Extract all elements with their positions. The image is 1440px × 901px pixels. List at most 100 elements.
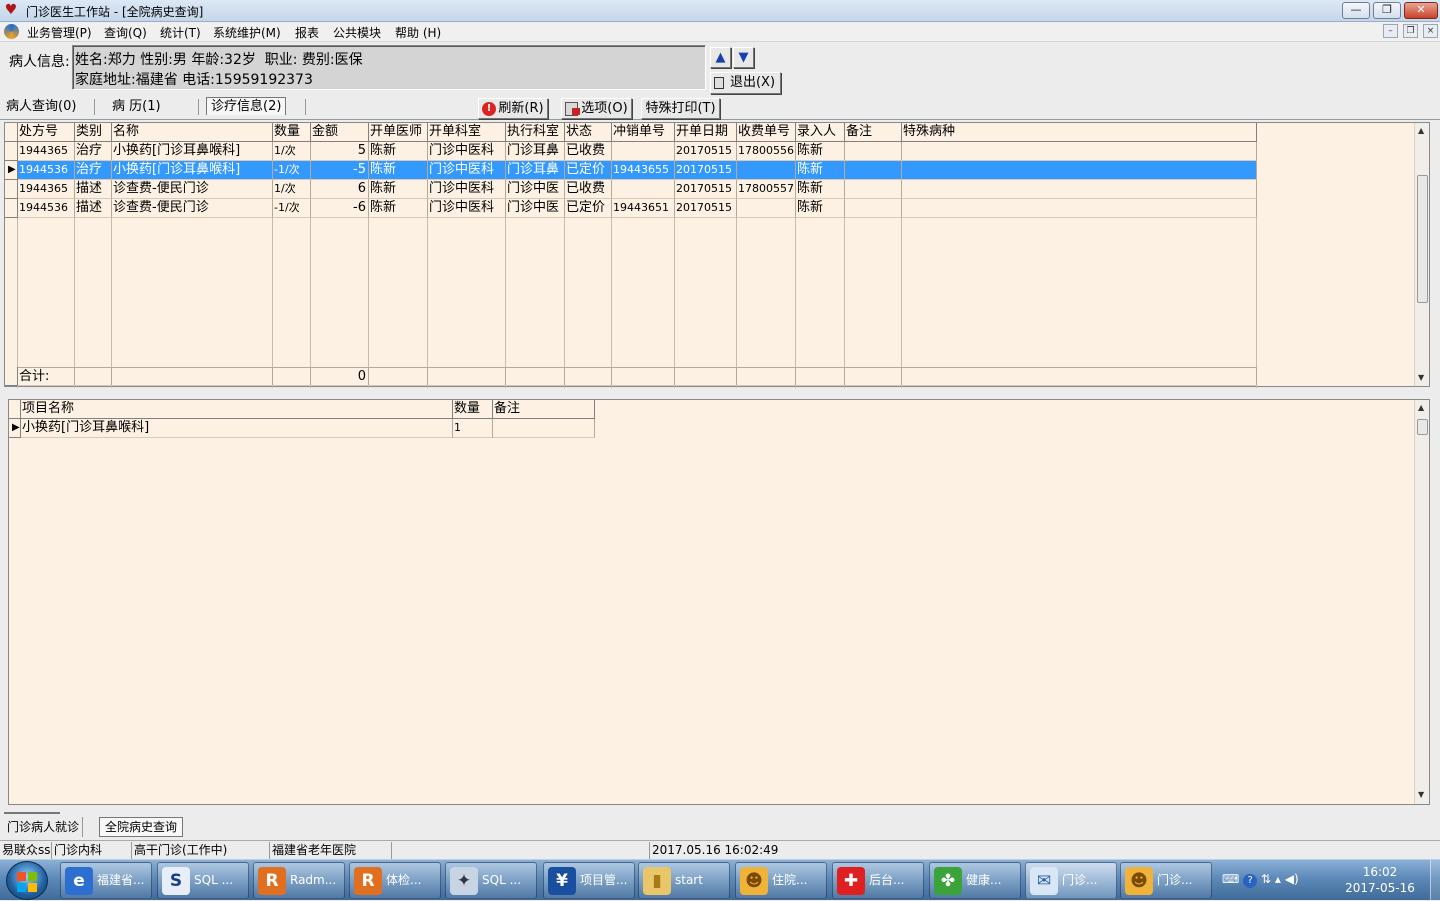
menu-business[interactable]: 业务管理(P) [27,24,92,41]
grid1-cell[interactable]: 已定价 [565,199,612,218]
grid1-cell[interactable]: 诊查费-便民门诊 [112,180,273,199]
menu-public[interactable]: 公共模块 [333,24,381,41]
grid1-cell[interactable]: -1/次 [273,199,311,218]
grid1-cell[interactable] [845,199,902,218]
grid1-cell[interactable]: 1944536 [18,199,75,218]
grid1-header-6[interactable]: 开单科室 [428,123,506,142]
grid1-header-13[interactable]: 备注 [845,123,902,142]
grid1-cell[interactable]: 6 [311,180,369,199]
taskbar-item[interactable]: R Radm... [253,862,345,899]
mdi-minimize-button[interactable]: – [1383,24,1398,38]
taskbar-item[interactable]: R 体检... [349,862,441,899]
grid1-cell[interactable]: 治疗 [75,142,112,161]
grid1-cell[interactable]: 已定价 [565,161,612,180]
menu-system[interactable]: 系统维护(M) [213,24,281,41]
grid1-cell[interactable]: 已收费 [565,180,612,199]
grid1-cell[interactable]: -6 [311,199,369,218]
grid1-header-12[interactable]: 录入人 [796,123,845,142]
grid2-cell[interactable]: 1 [453,419,493,438]
maximize-button[interactable]: ❐ [1373,2,1401,19]
grid2-scrollbar[interactable]: ▲ ▼ [1414,400,1429,804]
grid1-cell[interactable]: 19443655 [612,161,675,180]
scroll-down-icon[interactable]: ▼ [1418,790,1424,799]
grid1-header-1[interactable]: 类别 [75,123,112,142]
grid1-header-9[interactable]: 冲销单号 [612,123,675,142]
volume-icon[interactable]: ◀) [1285,872,1299,886]
grid1-cell[interactable]: 小换药[门诊耳鼻喉科] [112,161,273,180]
grid1-cell[interactable]: 1944365 [18,142,75,161]
close-button[interactable]: ✕ [1404,2,1438,19]
help-icon[interactable]: ? [1243,874,1258,888]
grid2-header-1[interactable]: 数量 [453,400,493,419]
grid1-cell[interactable]: 门诊中医科 [428,142,506,161]
grid1-header-0[interactable]: 处方号 [18,123,75,142]
show-hidden-icons-icon[interactable]: ▴ [1275,872,1281,886]
grid1-header-8[interactable]: 状态 [565,123,612,142]
scroll-down-icon[interactable]: ▼ [1418,373,1424,382]
grid1-header-4[interactable]: 金额 [311,123,369,142]
menu-statistics[interactable]: 统计(T) [160,24,201,41]
options-button[interactable]: 选项(O) [561,98,632,119]
grid1-cell[interactable]: 门诊耳鼻 [506,161,565,180]
grid1-cell[interactable]: 门诊耳鼻 [506,142,565,161]
row-indicator[interactable] [5,199,18,218]
grid1-cell[interactable]: 陈新 [369,161,428,180]
grid1-cell[interactable]: 17800556 [737,142,796,161]
grid1-cell[interactable]: 20170515 [675,161,737,180]
taskbar-item[interactable]: e 福建省... [60,862,152,899]
grid1-header-2[interactable]: 名称 [112,123,273,142]
refresh-button[interactable]: ! 刷新(R) [478,98,548,119]
grid1-header-3[interactable]: 数量 [273,123,311,142]
grid1-cell[interactable]: -1/次 [273,161,311,180]
grid1-cell[interactable]: 门诊中医科 [428,199,506,218]
menu-query[interactable]: 查询(Q) [104,24,147,41]
grid1-cell[interactable] [902,142,1257,161]
tab-diagnosis-info[interactable]: 诊疗信息(2) [206,97,287,115]
grid1-cell[interactable]: 描述 [75,199,112,218]
grid1-cell[interactable]: 20170515 [675,142,737,161]
grid1-cell[interactable] [902,161,1257,180]
taskbar-item[interactable]: ☻ 门诊... [1120,862,1212,899]
item-detail-grid[interactable]: 项目名称 数量 备注 ▶ 小换药[门诊耳鼻喉科] 1 ▲ ▼ [8,399,1430,805]
grid1-cell[interactable] [612,180,675,199]
taskbar-item[interactable]: ✉ 门诊... [1025,862,1117,899]
grid1-cell[interactable]: 陈新 [796,142,845,161]
window-tab-history-query[interactable]: 全院病史查询 [99,817,184,837]
row-indicator[interactable] [5,142,18,161]
row-indicator[interactable]: ▶ [9,419,21,438]
minimize-button[interactable]: — [1342,2,1370,19]
grid1-cell[interactable]: 1/次 [273,180,311,199]
tray-icons[interactable]: ⌨ ? ⇅ ▴ ◀) [1222,872,1299,888]
grid1-header-10[interactable]: 开单日期 [675,123,737,142]
grid1-scroll-thumb[interactable] [1417,175,1428,303]
grid1-cell[interactable]: 1/次 [273,142,311,161]
grid1-cell[interactable] [845,180,902,199]
taskbar-item[interactable]: ✤ 健康... [929,862,1021,899]
grid1-cell[interactable]: 治疗 [75,161,112,180]
grid1-cell[interactable]: 陈新 [796,180,845,199]
grid1-cell[interactable]: 小换药[门诊耳鼻喉科] [112,142,273,161]
taskbar-item[interactable]: ¥ 项目管... [543,862,635,899]
grid1-header-11[interactable]: 收费单号 [737,123,796,142]
grid1-cell[interactable]: 陈新 [796,161,845,180]
grid1-cell[interactable]: 陈新 [369,142,428,161]
window-tab-outpatient[interactable]: 门诊病人就诊 [4,817,84,837]
tab-medical-history[interactable]: 病 历(1) [112,97,161,117]
mdi-restore-button[interactable]: ❐ [1403,24,1418,38]
keyboard-icon[interactable]: ⌨ [1222,872,1239,886]
scroll-up-icon[interactable]: ▲ [1418,126,1424,135]
grid1-cell[interactable]: 19443651 [612,199,675,218]
grid1-cell[interactable]: -5 [311,161,369,180]
grid2-cell[interactable]: 小换药[门诊耳鼻喉科] [21,419,453,438]
grid1-cell[interactable] [845,161,902,180]
taskbar-item[interactable]: ✚ 后台... [832,862,924,899]
grid1-cell[interactable]: 陈新 [369,199,428,218]
grid1-cell[interactable] [902,199,1257,218]
mdi-close-button[interactable]: × [1423,24,1438,38]
grid1-cell[interactable]: 陈新 [796,199,845,218]
grid1-cell[interactable]: 诊查费-便民门诊 [112,199,273,218]
start-button[interactable] [6,861,48,900]
grid1-cell[interactable]: 1944365 [18,180,75,199]
taskbar-item[interactable]: ▮ start [638,862,730,899]
grid1-cell[interactable]: 已收费 [565,142,612,161]
